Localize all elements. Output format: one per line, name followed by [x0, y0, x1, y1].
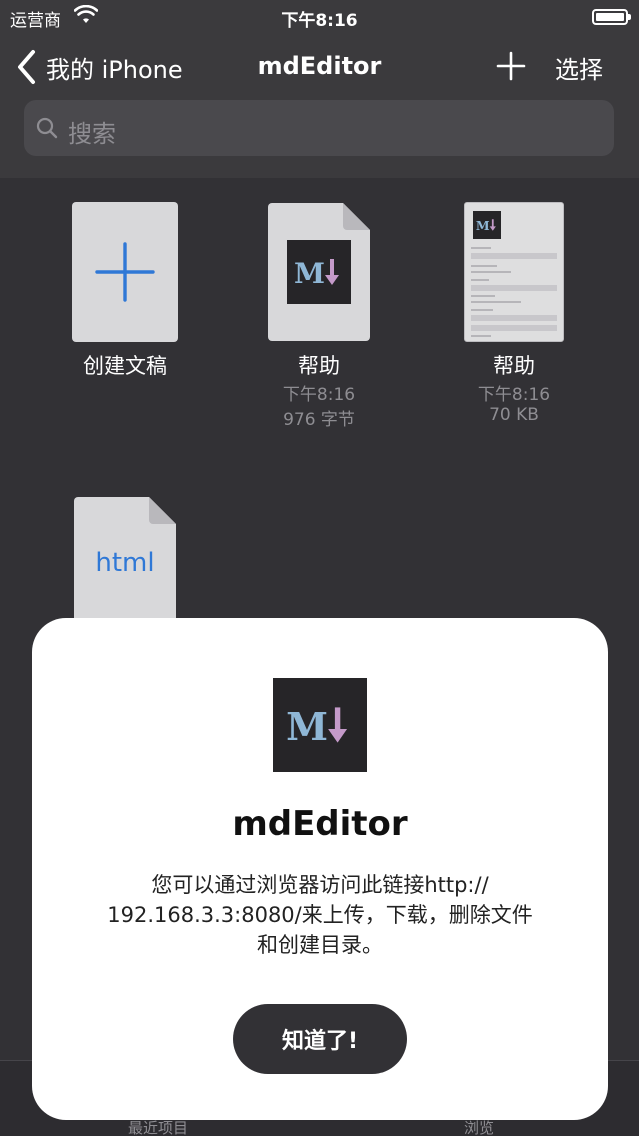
plus-icon — [95, 242, 155, 302]
dialog-title: mdEditor — [232, 804, 408, 844]
file-name: 帮助 — [298, 354, 340, 378]
svg-text:M: M — [476, 218, 490, 233]
dialog-message: 您可以通过浏览器访问此链接http:// 192.168.3.3:8080/来上… — [62, 870, 578, 960]
file-size: 70 KB — [489, 405, 539, 425]
file-time: 下午8:16 — [477, 385, 551, 405]
battery-icon — [592, 9, 631, 25]
markdown-logo-icon: M — [473, 211, 501, 239]
dialog-message-line: 您可以通过浏览器访问此链接http:// — [151, 873, 489, 897]
dialog-message-line: 192.168.3.3:8080/来上传，下载，删除文件 — [107, 903, 533, 927]
pdf-thumbnail[interactable]: M — [464, 202, 564, 342]
file-name: 帮助 — [493, 354, 535, 378]
app-logo-icon: M — [273, 678, 367, 772]
file-tile-label: 创建文稿 — [50, 350, 200, 382]
file-size: 976 字节 — [283, 410, 355, 430]
file-tile-label: 帮助 下午8:16 976 字节 — [244, 350, 394, 430]
ok-button[interactable]: 知道了! — [233, 1004, 407, 1074]
file-name: 创建文稿 — [83, 354, 167, 378]
markdown-logo-icon: M — [287, 240, 351, 304]
search-placeholder: 搜索 — [68, 120, 116, 148]
svg-text:M: M — [294, 257, 325, 289]
file-tile-label: 帮助 下午8:16 70 KB — [439, 350, 589, 430]
search-input[interactable]: 搜索 — [24, 100, 614, 156]
file-time: 下午8:16 — [282, 385, 356, 405]
svg-text:M: M — [286, 704, 328, 748]
search-icon — [36, 117, 58, 139]
create-document-tile[interactable] — [72, 202, 178, 342]
add-button[interactable] — [495, 50, 527, 82]
navigation-bar: 我的 iPhone mdEditor 选择 搜索 — [0, 34, 639, 178]
html-file-badge: html — [73, 548, 177, 584]
server-info-dialog: M mdEditor 您可以通过浏览器访问此链接http:// 192.168.… — [32, 618, 608, 1120]
select-button[interactable]: 选择 — [555, 50, 603, 85]
status-time: 下午8:16 — [281, 11, 358, 31]
file-type-label: html — [95, 548, 155, 578]
status-bar: 运营商 下午8:16 — [0, 0, 639, 34]
page-title: mdEditor — [257, 52, 382, 80]
dialog-message-line: 和创建目录。 — [257, 933, 383, 957]
